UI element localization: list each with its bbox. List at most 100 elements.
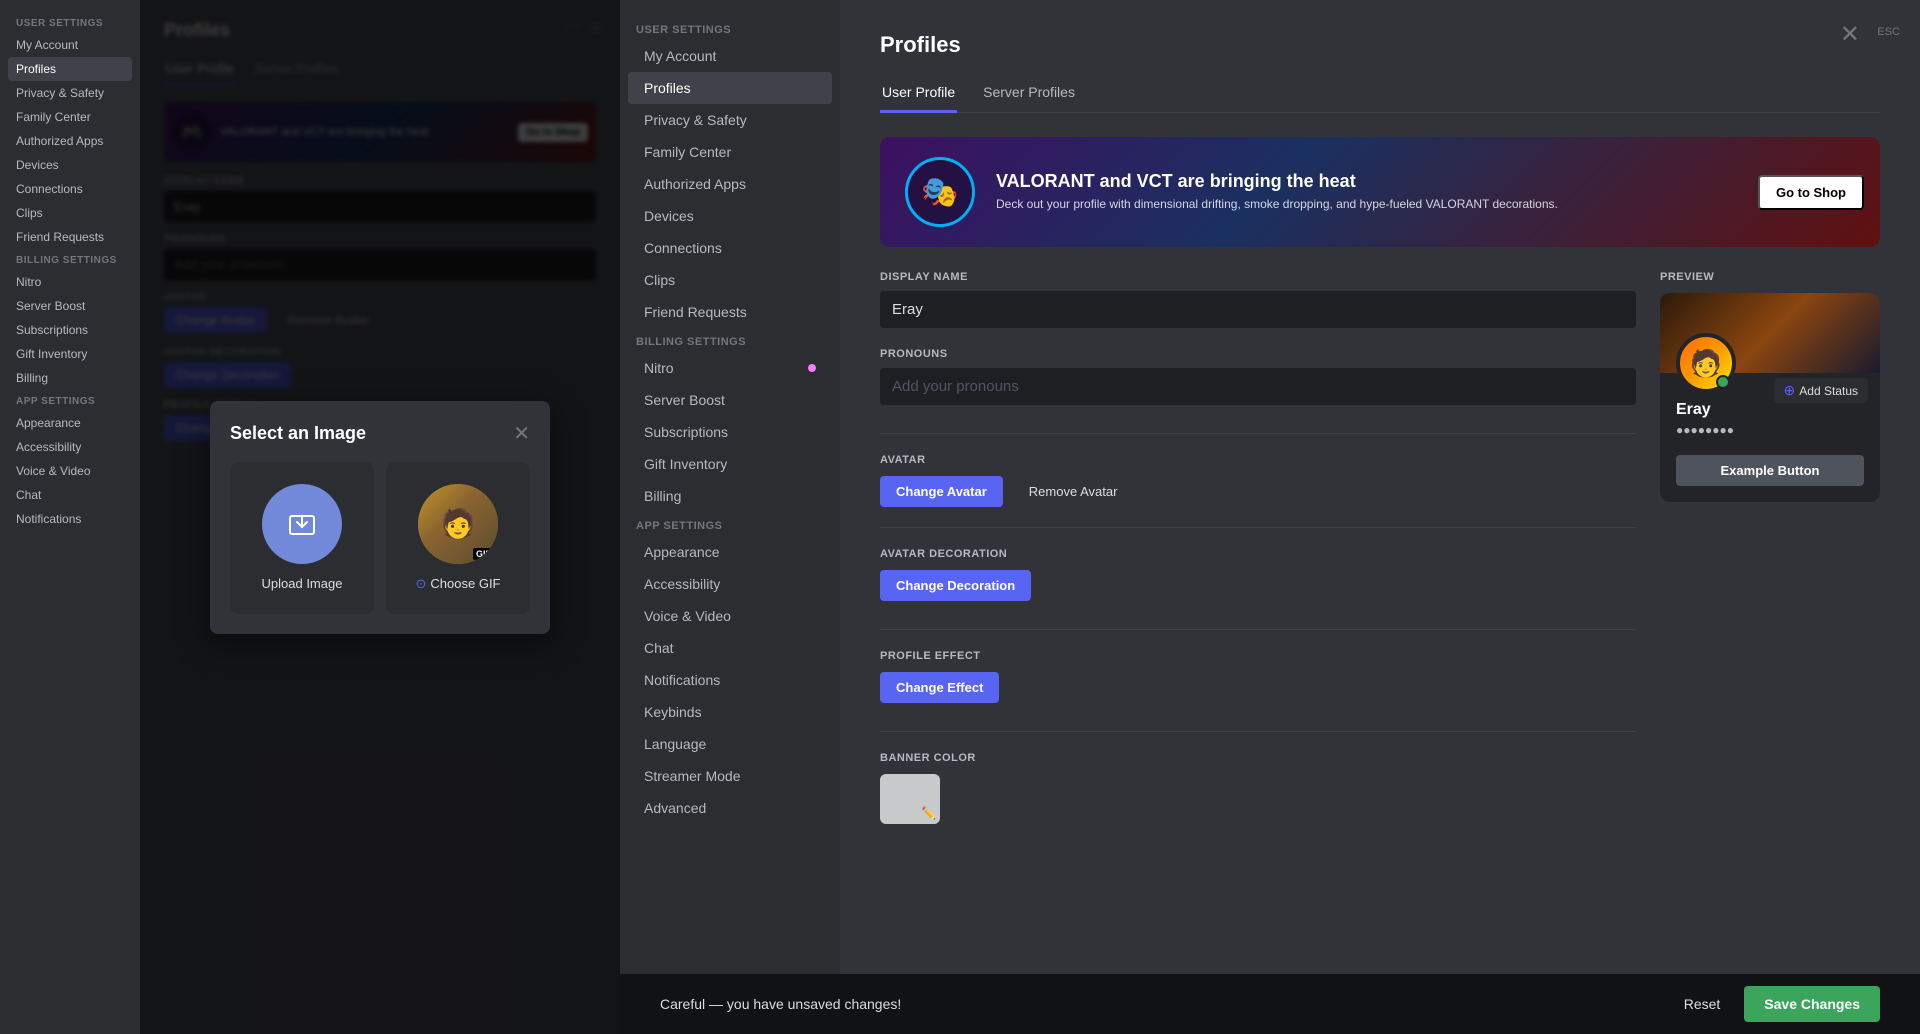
left-section-label-billing: BILLING SETTINGS	[8, 249, 132, 270]
right-promo-desc: Deck out your profile with dimensional d…	[996, 196, 1742, 213]
center-section-label-user: USER SETTINGS	[620, 16, 840, 40]
center-nav-clips[interactable]: Clips	[628, 264, 832, 296]
right-esc-label: ESC	[1877, 26, 1900, 38]
banner-color-label: BANNER COLOR	[880, 752, 1636, 764]
dialog-header: Select an Image ✕	[230, 421, 530, 446]
center-nav-advanced[interactable]: Advanced	[628, 792, 832, 824]
center-nav-billing[interactable]: Billing	[628, 480, 832, 512]
sidebar-item-privacy-safety[interactable]: Privacy & Safety	[8, 81, 132, 105]
center-nav-friend-requests[interactable]: Friend Requests	[628, 296, 832, 328]
preview-example-btn[interactable]: Example Button	[1676, 455, 1864, 486]
sidebar-item-clips[interactable]: Clips	[8, 201, 132, 225]
right-promo-banner: 🎭 VALORANT and VCT are bringing the heat…	[880, 137, 1880, 247]
change-effect-btn[interactable]: Change Effect	[880, 672, 999, 703]
center-nav-notifications[interactable]: Notifications	[628, 664, 832, 696]
right-promo-shop-btn[interactable]: Go to Shop	[1758, 175, 1864, 210]
sidebar-item-profiles[interactable]: Profiles	[8, 57, 132, 81]
sidebar-item-friend-requests[interactable]: Friend Requests	[8, 225, 132, 249]
right-main-panel: ✕ ESC Profiles User Profile Server Profi…	[840, 0, 1920, 1034]
profile-form: DISPLAY NAME PRONOUNS AVATAR Change Avat…	[880, 271, 1636, 824]
form-divider-1	[880, 433, 1636, 434]
gif-preview-icon: 🧑 GIF	[418, 484, 498, 564]
middle-panel: ✕ ESC Profiles User Profile Server Profi…	[140, 0, 620, 1034]
center-section-billing: BILLING SETTINGS Nitro Server Boost Subs…	[620, 328, 840, 512]
display-name-input[interactable]	[880, 291, 1636, 328]
right-tab-user-profile[interactable]: User Profile	[880, 74, 957, 113]
display-name-label: DISPLAY NAME	[880, 271, 1636, 283]
sidebar-item-chat[interactable]: Chat	[8, 483, 132, 507]
form-divider-3	[880, 629, 1636, 630]
avatar-buttons: Change Avatar Remove Avatar	[880, 476, 1636, 507]
avatar-decoration-label: AVATAR DECORATION	[880, 548, 1636, 560]
preview-user-tag: ●●●●●●●●	[1676, 423, 1864, 437]
center-nav-privacy-safety[interactable]: Privacy & Safety	[628, 104, 832, 136]
sidebar-item-my-account[interactable]: My Account	[8, 33, 132, 57]
sidebar-item-accessibility[interactable]: Accessibility	[8, 435, 132, 459]
dialog-upload-option[interactable]: Upload Image	[230, 462, 374, 614]
center-nav-nitro[interactable]: Nitro	[628, 352, 832, 384]
sidebar-item-authorized-apps[interactable]: Authorized Apps	[8, 129, 132, 153]
preview-username: Eray	[1676, 401, 1864, 419]
center-nav-profiles[interactable]: Profiles	[628, 72, 832, 104]
center-nav-authorized-apps[interactable]: Authorized Apps	[628, 168, 832, 200]
left-section-app: APP SETTINGS Appearance Accessibility Vo…	[8, 390, 132, 531]
save-bar-warning-text: Careful — you have unsaved changes!	[840, 996, 901, 1012]
sidebar-item-voice-video[interactable]: Voice & Video	[8, 459, 132, 483]
center-nav-voice-video[interactable]: Voice & Video	[628, 600, 832, 632]
change-decoration-btn[interactable]: Change Decoration	[880, 570, 1031, 601]
sidebar-item-family-center[interactable]: Family Center	[8, 105, 132, 129]
save-bar: Careful — you have unsaved changes! Rese…	[840, 974, 1920, 1034]
center-nav-devices[interactable]: Devices	[628, 200, 832, 232]
avatar-label: AVATAR	[880, 454, 1636, 466]
sidebar-item-notifications[interactable]: Notifications	[8, 507, 132, 531]
center-nav-subscriptions[interactable]: Subscriptions	[628, 416, 832, 448]
sidebar-item-gift-inventory[interactable]: Gift Inventory	[8, 342, 132, 366]
pencil-icon: ✏️	[921, 806, 936, 820]
left-section-label-user: USER SETTINGS	[8, 12, 132, 33]
sidebar-item-subscriptions[interactable]: Subscriptions	[8, 318, 132, 342]
upload-image-label: Upload Image	[262, 576, 343, 591]
center-nav-my-account[interactable]: My Account	[628, 40, 832, 72]
preview-add-status-btn[interactable]: ⊕ Add Status	[1774, 378, 1868, 403]
center-nav-gift-inventory[interactable]: Gift Inventory	[628, 448, 832, 480]
banner-color-swatch[interactable]: ✏️	[880, 774, 940, 824]
upload-image-icon	[262, 484, 342, 564]
dialog-overlay: Select an Image ✕ Upload Image	[140, 0, 620, 1034]
center-nav-accessibility[interactable]: Accessibility	[628, 568, 832, 600]
center-nav-panel: USER SETTINGS My Account Profiles Privac…	[620, 0, 840, 1034]
pronouns-input[interactable]	[880, 368, 1636, 405]
right-tab-bar: User Profile Server Profiles	[880, 74, 1880, 113]
center-section-user: USER SETTINGS My Account Profiles Privac…	[620, 16, 840, 328]
change-avatar-btn[interactable]: Change Avatar	[880, 476, 1003, 507]
reset-button[interactable]: Reset	[1672, 988, 1733, 1020]
right-close-button[interactable]: ✕	[1840, 20, 1860, 49]
center-section-label-billing: BILLING SETTINGS	[620, 328, 840, 352]
center-nav-server-boost[interactable]: Server Boost	[628, 384, 832, 416]
preview-card: 🧑 ⊕ Add Status Eray ●●●●●●●● Example But…	[1660, 293, 1880, 502]
right-promo-content: VALORANT and VCT are bringing the heat D…	[996, 171, 1742, 213]
sidebar-item-connections[interactable]: Connections	[8, 177, 132, 201]
right-tab-server-profiles[interactable]: Server Profiles	[981, 74, 1077, 113]
remove-avatar-btn[interactable]: Remove Avatar	[1013, 476, 1134, 507]
select-image-dialog: Select an Image ✕ Upload Image	[210, 401, 550, 634]
center-nav-language[interactable]: Language	[628, 728, 832, 760]
center-section-label-app: APP SETTINGS	[620, 512, 840, 536]
dialog-gif-option[interactable]: 🧑 GIF ⊙ Choose GIF	[386, 462, 530, 614]
save-changes-button[interactable]: Save Changes	[1744, 986, 1880, 1022]
center-nav-connections[interactable]: Connections	[628, 232, 832, 264]
profile-effect-label: PROFILE EFFECT	[880, 650, 1636, 662]
center-nav-appearance[interactable]: Appearance	[628, 536, 832, 568]
center-nav-chat[interactable]: Chat	[628, 632, 832, 664]
sidebar-item-devices[interactable]: Devices	[8, 153, 132, 177]
sidebar-item-appearance[interactable]: Appearance	[8, 411, 132, 435]
left-section-billing: BILLING SETTINGS Nitro Server Boost Subs…	[8, 249, 132, 390]
sidebar-item-billing[interactable]: Billing	[8, 366, 132, 390]
dialog-close-button[interactable]: ✕	[513, 421, 530, 446]
center-nav-streamer-mode[interactable]: Streamer Mode	[628, 760, 832, 792]
center-nav-family-center[interactable]: Family Center	[628, 136, 832, 168]
dialog-title: Select an Image	[230, 423, 366, 444]
sidebar-item-server-boost[interactable]: Server Boost	[8, 294, 132, 318]
center-nav-keybinds[interactable]: Keybinds	[628, 696, 832, 728]
right-panel-title: Profiles	[880, 32, 1880, 58]
sidebar-item-nitro[interactable]: Nitro	[8, 270, 132, 294]
